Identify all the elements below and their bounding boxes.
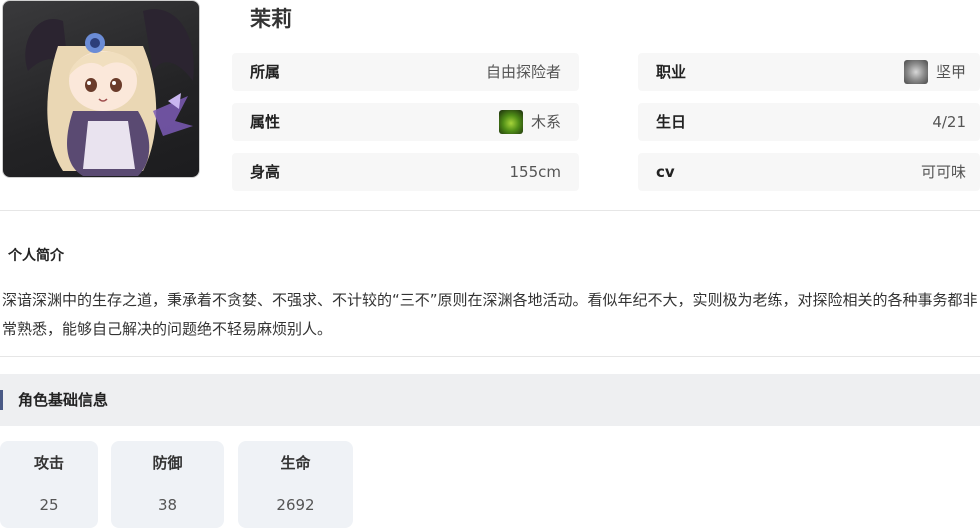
info-class: 职业 坚甲 — [638, 53, 980, 91]
stat-label: 生命 — [280, 454, 311, 472]
stat-card-attack: 攻击 25 — [0, 441, 98, 528]
info-birthday: 生日 4/21 — [638, 103, 980, 141]
base-info-title: 角色基础信息 — [18, 391, 109, 409]
info-affiliation-text: 自由探险者 — [485, 63, 561, 81]
section-divider — [0, 356, 980, 357]
info-attribute-text: 木系 — [530, 113, 561, 131]
info-birthday-value: 4/21 — [932, 103, 966, 141]
info-cv-value: 可可味 — [921, 153, 966, 191]
stat-label: 防御 — [152, 454, 183, 472]
stat-label: 攻击 — [33, 454, 64, 472]
info-height-value: 155cm — [510, 153, 562, 191]
info-attribute-value: 木系 — [498, 103, 561, 141]
info-attribute: 属性 木系 — [232, 103, 579, 141]
shield-class-icon — [903, 60, 928, 84]
character-portrait — [2, 0, 200, 178]
info-birthday-text: 4/21 — [932, 113, 966, 131]
base-info-header: 角色基础信息 — [0, 374, 980, 426]
chibi-character-portrait-icon — [25, 9, 194, 176]
profile-title: 个人简介 — [8, 248, 64, 264]
stat-value: 2692 — [276, 496, 315, 514]
stat-value: 38 — [157, 496, 178, 514]
info-class-value: 坚甲 — [903, 53, 966, 91]
info-attribute-label: 属性 — [250, 113, 281, 131]
info-affiliation-value: 自由探险者 — [486, 53, 561, 91]
info-class-label: 职业 — [656, 63, 687, 81]
info-height-label: 身高 — [250, 163, 281, 181]
character-name: 茉莉 — [250, 7, 292, 31]
stat-value: 25 — [39, 496, 59, 514]
info-cv-text: 可可味 — [920, 163, 966, 181]
info-affiliation-label: 所属 — [250, 63, 281, 81]
info-height-text: 155cm — [509, 163, 562, 181]
info-class-text: 坚甲 — [935, 63, 966, 81]
info-height: 身高 155cm — [232, 153, 579, 191]
profile-text: 深谙深渊中的生存之道，秉承着不贪婪、不强求、不计较的“三不”原则在深渊各地活动。… — [2, 291, 978, 338]
stat-card-defense: 防御 38 — [111, 441, 224, 528]
stat-card-hp: 生命 2692 — [238, 441, 353, 528]
section-marker — [0, 390, 3, 410]
info-cv: cv 可可味 — [638, 153, 980, 191]
character-page: 茉莉 所属 自由探险者 属性 木系 身高 155cm 职业 坚甲 生日 4/21 — [0, 0, 980, 528]
wood-element-icon — [498, 110, 523, 134]
info-affiliation: 所属 自由探险者 — [232, 53, 579, 91]
info-birthday-label: 生日 — [656, 113, 687, 131]
section-divider — [0, 210, 980, 211]
info-cv-label: cv — [656, 163, 675, 181]
